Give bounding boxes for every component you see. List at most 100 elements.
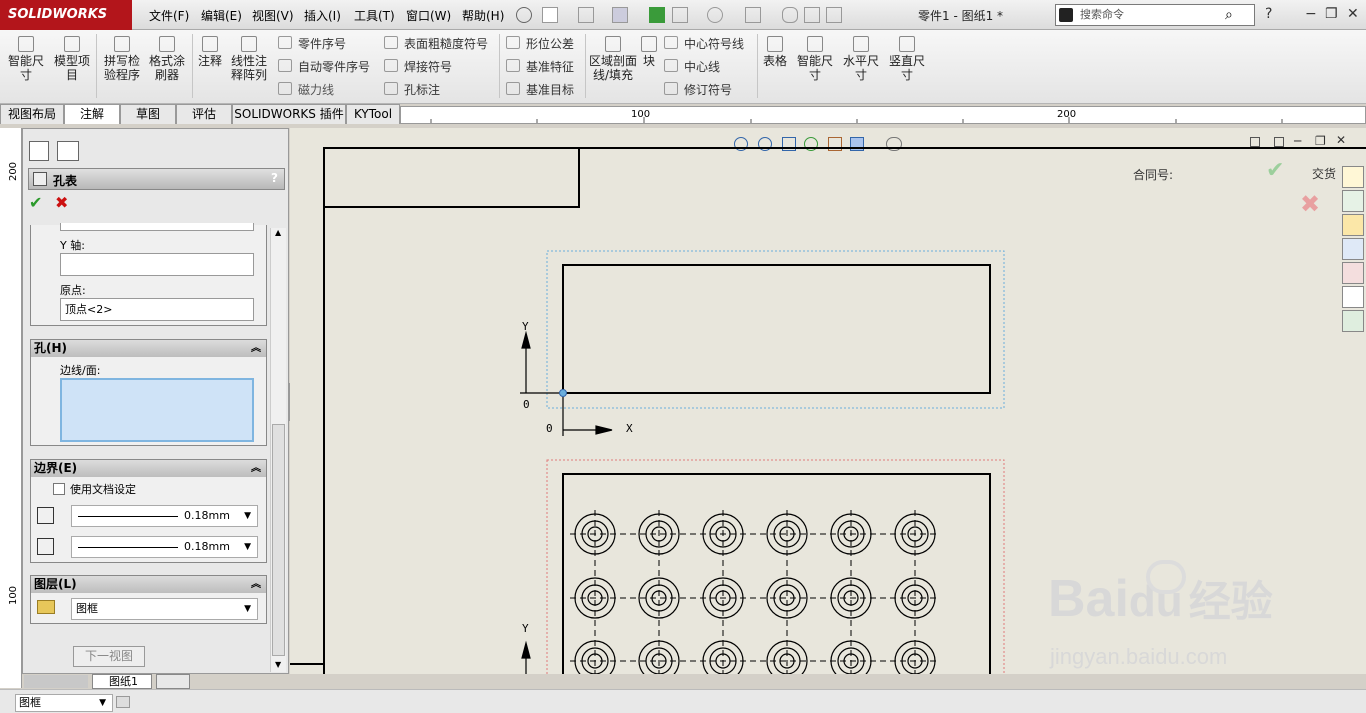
file-properties-icon[interactable] [804,7,820,23]
tab-annotation[interactable]: 注解 [64,104,120,124]
y-axis-field[interactable] [60,253,254,276]
design-library-icon[interactable] [1342,190,1364,212]
area-hatch-button[interactable]: 区域剖面线/填充 [589,34,637,82]
menu-tools[interactable]: 工具(T) [354,7,395,24]
smart-dimension-button[interactable]: 智能尺寸 [6,34,46,82]
menu-file[interactable]: 文件(F) [149,7,189,24]
scroll-up-icon[interactable]: ▲ [275,228,281,237]
drawing-canvas[interactable]: ─ ❐ ✕ Y 0 0 X Y 合同号: 交货 ✔ ✖ Baidu 经验 jin… [290,128,1366,674]
search-icon[interactable]: ⌕ [1225,7,1233,23]
appearances-icon[interactable] [1342,262,1364,284]
table-button[interactable]: 表格 [761,34,789,68]
restore-icon[interactable]: ❐ [1325,6,1338,22]
select-icon[interactable] [745,7,761,23]
close-icon[interactable]: ✕ [1347,6,1359,22]
tab-addins[interactable]: SOLIDWORKS 插件 [232,104,346,124]
save-icon[interactable] [612,7,628,23]
layer-dropdown[interactable]: 图框 ▼ [71,598,258,620]
edge-face-selection-box[interactable] [60,378,254,442]
center-mark-button[interactable]: 中心符号线 [664,35,744,52]
confirm-corner-ok-icon[interactable]: ✔ [1266,158,1284,183]
collapse-icon[interactable]: ︽ [251,576,261,593]
magnetic-line-button[interactable]: 磁力线 [278,81,334,98]
sheet-tab-1[interactable]: 图纸1 [92,674,152,689]
new-document-icon[interactable] [542,7,558,23]
ok-icon[interactable]: ✔ [29,193,42,212]
home-icon[interactable] [1342,166,1364,188]
custom-properties-icon[interactable] [1342,286,1364,308]
revision-symbol-button[interactable]: 修订符号 [664,81,732,98]
x-axis-field[interactable] [60,223,254,231]
tab-evaluate[interactable]: 评估 [176,104,232,124]
outer-border-thickness-dropdown[interactable]: 0.18mm ▼ [71,505,258,527]
rebuild-icon[interactable] [649,7,665,23]
hole-circle[interactable] [773,584,801,612]
menu-insert[interactable]: 插入(I) [304,7,341,24]
add-sheet-icon[interactable] [156,674,190,689]
horizontal-dimension-button[interactable]: 水平尺寸 [840,34,882,82]
origin-field[interactable]: 顶点<2> [60,298,254,321]
watermark-cn: 经验 [1188,578,1273,625]
help-icon[interactable]: ? [1265,6,1272,22]
format-painter-button[interactable]: 格式涂刷器 [146,34,188,82]
help-icon[interactable]: ? [271,171,278,185]
use-doc-checkbox[interactable] [53,483,65,495]
solidworks-logo[interactable]: SOLIDWORKS [0,0,132,30]
block-button[interactable]: 块 [640,34,658,68]
vertical-dimension-button[interactable]: 竖直尺寸 [886,34,928,82]
confirm-corner-cancel-icon[interactable]: ✖ [1300,190,1320,218]
next-view-button[interactable]: 下一视图 [73,646,145,667]
collapse-icon[interactable]: ︽ [251,340,261,357]
balloon-button[interactable]: 零件序号 [278,35,346,52]
minimize-icon[interactable]: − [1305,6,1317,22]
property-manager-tab[interactable] [57,141,79,161]
linear-note-pattern-button[interactable]: 线性注释阵列 [229,34,269,82]
hole-callout-button[interactable]: 孔标注 [384,81,440,98]
note-button[interactable]: 注释 [196,34,224,68]
dropdown-arrow-icon: ▼ [244,511,251,521]
rebuild-traffic-icon[interactable] [782,7,798,23]
menu-edit[interactable]: 编辑(E) [201,7,242,24]
options-icon[interactable] [826,7,842,23]
layer-status-dropdown[interactable]: 图框 ▼ [15,694,113,712]
geometric-tolerance-button[interactable]: 形位公差 [506,35,574,52]
smart-dimension-2-button[interactable]: 智能尺寸 [795,34,835,82]
geometric-tolerance-icon [506,36,520,49]
layer-properties-icon[interactable] [116,696,130,708]
view-palette-icon[interactable] [1342,238,1364,260]
collapse-icon[interactable]: ︽ [251,460,261,477]
surface-finish-button[interactable]: 表面粗糙度符号 [384,35,488,52]
spell-check-button[interactable]: 拼写检验程序 [100,34,144,82]
tab-sketch[interactable]: 草图 [120,104,176,124]
menu-help[interactable]: 帮助(H) [462,7,504,24]
feature-manager-tab[interactable] [29,141,49,161]
layer-section-header[interactable]: 图层(L) ︽ [31,576,266,593]
cancel-icon[interactable]: ✖ [55,193,68,212]
layer-icon [37,600,55,614]
model-items-icon [64,36,80,52]
inner-border-thickness-dropdown[interactable]: 0.18mm ▼ [71,536,258,558]
pin-icon[interactable] [516,7,532,23]
hole-circle[interactable] [645,584,673,612]
tab-view-layout[interactable]: 视图布局 [0,104,64,124]
weld-symbol-button[interactable]: 焊接符号 [384,58,452,75]
datum-feature-button[interactable]: 基准特征 [506,58,574,75]
scroll-down-icon[interactable]: ▼ [275,660,281,669]
forum-icon[interactable] [1342,310,1364,332]
pm-scrollbar[interactable]: ▲ ▼ [270,228,286,672]
file-explorer-icon[interactable] [1342,214,1364,236]
centerline-button[interactable]: 中心线 [664,58,720,75]
menu-window[interactable]: 窗口(W) [406,7,451,24]
hole-section-header[interactable]: 孔(H) ︽ [31,340,266,357]
undo-icon[interactable] [707,7,723,23]
scroll-thumb[interactable] [272,424,285,656]
border-section-header[interactable]: 边界(E) ︽ [31,460,266,477]
tab-kytool[interactable]: KYTool [346,104,400,124]
model-items-button[interactable]: 模型项目 [52,34,92,82]
sheet-navigation-arrows[interactable] [24,675,88,688]
menu-view[interactable]: 视图(V) [252,7,294,24]
open-icon[interactable] [578,7,594,23]
auto-balloon-button[interactable]: 自动零件序号 [278,58,370,75]
datum-target-button[interactable]: 基准目标 [506,81,574,98]
print-icon[interactable] [672,7,688,23]
